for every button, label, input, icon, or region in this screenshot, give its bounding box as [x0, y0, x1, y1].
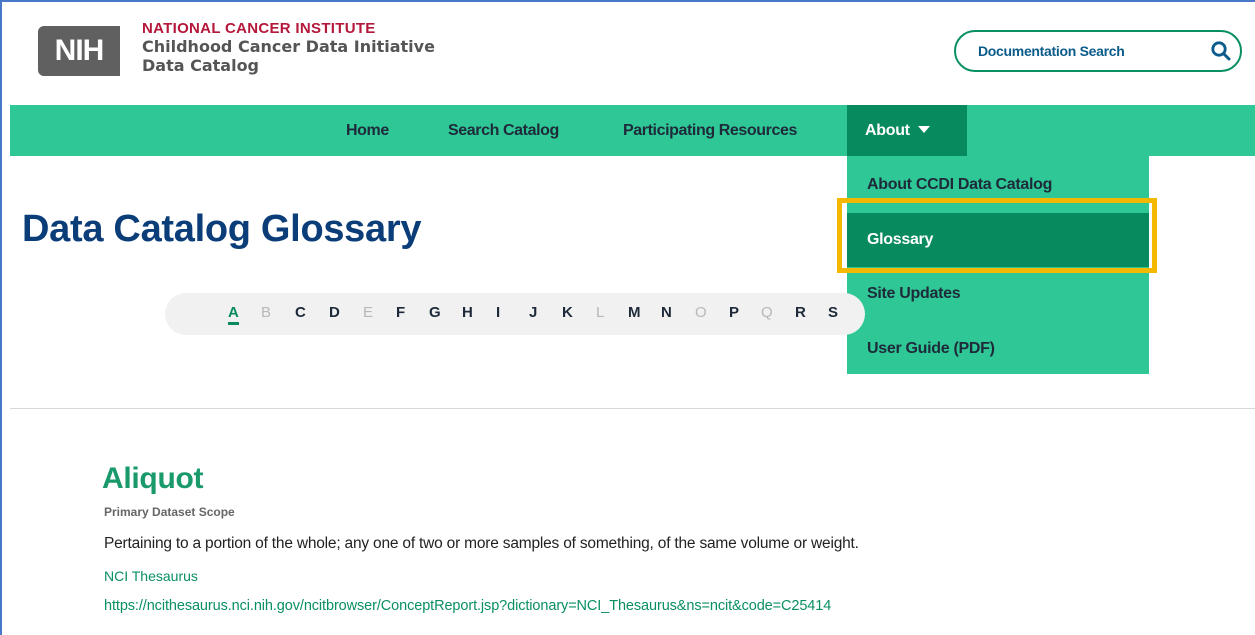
nav-about[interactable]: About — [847, 105, 967, 156]
alphabet-letter-e: E — [363, 304, 374, 321]
site-title-line2: Data Catalog — [142, 56, 260, 75]
site-brand[interactable]: NATIONAL CANCER INSTITUTE Childhood Canc… — [142, 20, 435, 75]
glossary-highlight-annotation — [837, 198, 1157, 273]
alphabet-letter-b: B — [261, 304, 272, 321]
institute-name: NATIONAL CANCER INSTITUTE — [142, 20, 376, 37]
alphabet-letter-i[interactable]: I — [496, 304, 500, 321]
alphabet-letter-g[interactable]: G — [429, 304, 441, 321]
nih-logo[interactable]: NIH — [38, 26, 138, 76]
alphabet-letter-p[interactable]: P — [729, 304, 739, 321]
glossary-term-scope: Primary Dataset Scope — [104, 505, 235, 519]
alphabet-letter-j[interactable]: J — [529, 304, 537, 321]
alphabet-letter-f[interactable]: F — [396, 304, 405, 321]
alphabet-letter-n[interactable]: N — [661, 304, 672, 321]
nav-home[interactable]: Home — [346, 105, 389, 156]
main-nav: Home Search Catalog Participating Resour… — [10, 105, 1255, 156]
nav-about-label: About — [865, 122, 910, 139]
alphabet-filter-bar: A B C D E F G H I J K L M N O P Q R S — [165, 293, 865, 335]
menu-item-user-guide[interactable]: User Guide (PDF) — [847, 322, 1149, 376]
menu-item-site-updates[interactable]: Site Updates — [847, 267, 1149, 321]
section-divider — [10, 408, 1255, 409]
alphabet-letter-a[interactable]: A — [228, 304, 239, 325]
alphabet-letter-l: L — [596, 304, 605, 321]
alphabet-letter-m[interactable]: M — [628, 304, 641, 321]
glossary-term-definition: Pertaining to a portion of the whole; an… — [104, 535, 859, 552]
nav-search-catalog[interactable]: Search Catalog — [448, 105, 559, 156]
alphabet-letter-q: Q — [761, 304, 773, 321]
search-icon — [1211, 41, 1231, 61]
page-title: Data Catalog Glossary — [22, 208, 422, 250]
alphabet-letter-k[interactable]: K — [562, 304, 573, 321]
nih-logo-text: NIH — [38, 26, 120, 76]
site-title-line1: Childhood Cancer Data Initiative — [142, 37, 435, 56]
glossary-term-source-link[interactable]: https://ncithesaurus.nci.nih.gov/ncitbro… — [104, 598, 831, 614]
site-header: NIH NATIONAL CANCER INSTITUTE Childhood … — [10, 0, 1255, 105]
caret-down-icon — [917, 126, 930, 133]
documentation-search-label: Documentation Search — [978, 43, 1125, 59]
alphabet-letter-h[interactable]: H — [462, 304, 473, 321]
alphabet-letter-o: O — [695, 304, 707, 321]
alphabet-letter-s[interactable]: S — [828, 304, 838, 321]
glossary-term: Aliquot — [102, 462, 204, 495]
alphabet-letter-r[interactable]: R — [795, 304, 806, 321]
alphabet-letter-c[interactable]: C — [295, 304, 306, 321]
nav-participating-resources[interactable]: Participating Resources — [623, 105, 797, 156]
glossary-term-source[interactable]: NCI Thesaurus — [104, 568, 198, 584]
documentation-search-button[interactable]: Documentation Search — [954, 30, 1242, 72]
alphabet-letter-d[interactable]: D — [329, 304, 340, 321]
